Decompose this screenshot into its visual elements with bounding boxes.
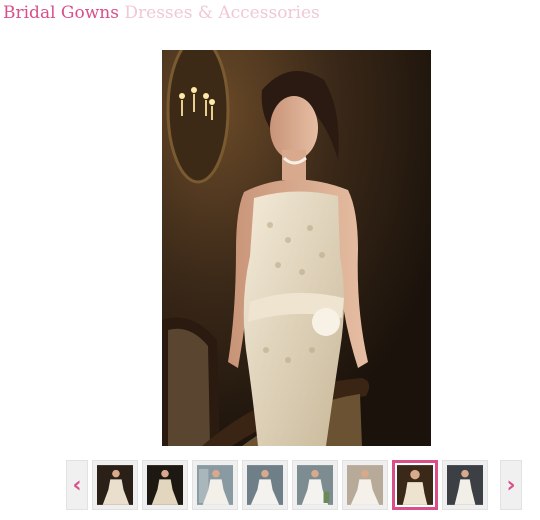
gown-thumbnail-image — [297, 465, 333, 505]
page-header: Bridal Gowns Dresses & Accessories — [3, 2, 320, 24]
previous-arrow-icon[interactable]: ‹ — [66, 460, 88, 510]
category-title[interactable]: Bridal Gowns — [3, 3, 119, 23]
gown-thumbnail-image — [447, 465, 483, 505]
gown-thumbnail-image — [247, 465, 283, 505]
gallery-thumbnail[interactable] — [342, 460, 388, 510]
gallery-thumbnail[interactable] — [442, 460, 488, 510]
gallery-thumbnail-active[interactable] — [392, 460, 438, 510]
thumbnail-strip: ‹ › — [66, 460, 524, 510]
gallery-thumbnail[interactable] — [242, 460, 288, 510]
gown-thumbnail-image — [347, 465, 383, 505]
gallery-thumbnail[interactable] — [142, 460, 188, 510]
subcategory-title[interactable]: Dresses & Accessories — [124, 3, 319, 23]
gown-thumbnail-image — [147, 465, 183, 505]
gown-thumbnail-image — [397, 465, 433, 505]
gallery-thumbnail[interactable] — [292, 460, 338, 510]
gown-thumbnail-image — [197, 465, 233, 505]
main-gown-photo — [162, 50, 431, 446]
next-arrow-icon[interactable]: › — [500, 460, 522, 510]
gallery-thumbnail[interactable] — [92, 460, 138, 510]
gown-thumbnail-image — [97, 465, 133, 505]
gallery-thumbnail[interactable] — [192, 460, 238, 510]
